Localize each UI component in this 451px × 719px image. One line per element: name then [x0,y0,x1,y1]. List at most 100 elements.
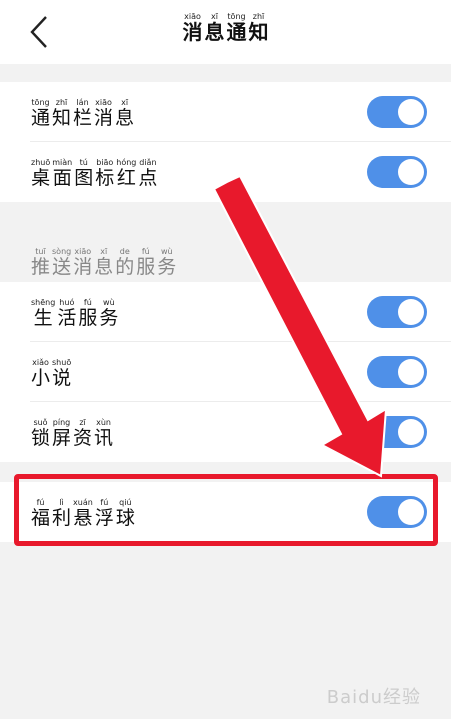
pinyin-annotation: diǎn [139,158,157,167]
toggle-switch[interactable] [367,296,427,328]
pinyin-annotation: qiú [119,498,132,507]
pinyin-annotation: xī [121,98,129,107]
ruby-char: tōng 通 [31,98,50,129]
pinyin-annotation: biāo [96,158,114,167]
pinyin-annotation: wù [160,247,173,256]
page-title: xiāo 消 xī 息 tōng 通 zhī 知 [0,12,451,43]
hanzi-character: 面 [52,167,72,189]
hanzi-character: 福 [31,507,51,529]
hanzi-character: 球 [115,507,135,529]
hanzi-character: 说 [52,367,72,389]
hanzi-character: 消 [182,20,203,44]
ruby-char: qiú 球 [116,498,135,529]
ruby-char: zhī 知 [52,98,71,129]
pinyin-annotation: fú [83,298,92,307]
pinyin-annotation: tú [79,158,88,167]
ruby-char: wù 务 [99,298,118,329]
pinyin-annotation: hóng [116,158,137,167]
hanzi-character: 息 [115,107,135,129]
toggle-switch[interactable] [367,416,427,448]
pinyin-annotation: sòng [52,247,72,256]
hanzi-character: 知 [52,107,72,129]
ruby-char: xī 息 [205,12,225,43]
ruby-char: xiǎo 小 [31,358,50,389]
toggle-knob [398,299,424,325]
ruby-char: miàn 面 [52,158,72,189]
hanzi-character: 小 [31,367,51,389]
pinyin-annotation: zhī [55,98,68,107]
pinyin-annotation: tuī [35,247,46,256]
row-desktop-badge[interactable]: zhuō 桌 miàn 面 tú 图 biāo 标 hóng 红 diǎn 点 [0,142,451,202]
row-lockscreen-news[interactable]: suǒ 锁 píng 屏 zī 资 xùn 讯 [0,402,451,462]
hanzi-character: 服 [136,256,156,278]
section-title-push: tuī 推 sòng 送 xiāo 消 xī 息 de 的 fú 服 wù 务 [30,247,177,278]
pinyin-annotation: lán [76,98,89,107]
row-life-service[interactable]: shēng 生 huó 活 fú 服 wù 务 [0,282,451,342]
hanzi-character: 的 [115,256,135,278]
ruby-char: xiāo 消 [183,12,203,43]
ruby-char: zhuō 桌 [31,158,50,189]
hanzi-character: 标 [95,167,115,189]
watermark: Baidu经验 [326,687,421,708]
toggle-switch[interactable] [367,156,427,188]
pinyin-annotation: shēng [31,298,56,307]
hanzi-character: 资 [73,427,93,449]
toggle-knob [398,359,424,385]
ruby-char: wù 务 [157,247,176,278]
ruby-char: shēng 生 [31,298,55,329]
hanzi-character: 利 [52,507,72,529]
row-label: fú 福 lì 利 xuán 悬 fú 浮 qiú 球 [30,498,136,529]
hanzi-character: 讯 [94,427,114,449]
ruby-char: píng 屏 [52,418,71,449]
row-label: zhuō 桌 miàn 面 tú 图 biāo 标 hóng 红 diǎn 点 [30,158,158,189]
row-floating-ball[interactable]: fú 福 lì 利 xuán 悬 fú 浮 qiú 球 [0,482,451,542]
hanzi-character: 栏 [73,107,93,129]
ruby-char: xī 息 [115,98,134,129]
hanzi-character: 推 [31,256,51,278]
pinyin-annotation: wù [103,298,115,307]
pinyin-annotation: fú [36,498,45,507]
pinyin-annotation: tōng [31,98,50,107]
ruby-char: xùn 讯 [94,418,113,449]
row-label: xiǎo 小 shuō 说 [30,358,72,389]
pinyin-annotation: lì [59,498,64,507]
toggle-knob [398,419,424,445]
row-notification-bar[interactable]: tōng 通 zhī 知 lán 栏 xiāo 消 xī 息 [0,82,451,142]
ruby-char: xī 息 [94,247,113,278]
ruby-char: lán 栏 [73,98,92,129]
ruby-char: sòng 送 [52,247,71,278]
pinyin-annotation: xùn [96,418,111,427]
section-spacer [0,462,451,482]
toggle-switch[interactable] [367,96,427,128]
toggle-knob [398,499,424,525]
ruby-char: fú 服 [136,247,155,278]
ruby-char: fú 浮 [95,498,114,529]
ruby-char: suǒ 锁 [31,418,50,449]
ruby-char: fú 服 [78,298,97,329]
row-label: suǒ 锁 píng 屏 zī 资 xùn 讯 [30,418,114,449]
hanzi-character: 浮 [94,507,114,529]
pinyin-annotation: miàn [52,158,73,167]
hanzi-character: 务 [157,256,177,278]
hanzi-character: 送 [52,256,72,278]
hanzi-character: 悬 [73,507,93,529]
ruby-char: de 的 [115,247,134,278]
row-label: shēng 生 huó 活 fú 服 wù 务 [30,298,119,329]
hanzi-character: 息 [204,20,225,44]
section-spacer [0,64,451,82]
toggle-switch[interactable] [367,496,427,528]
toggle-switch[interactable] [367,356,427,388]
ruby-char: fú 福 [31,498,50,529]
pinyin-annotation: xiāo [74,247,92,256]
pinyin-annotation: shuō [52,358,72,367]
pinyin-annotation: fú [141,247,150,256]
hanzi-character: 息 [94,256,114,278]
ruby-char: huó 活 [57,298,76,329]
ruby-char: xuán 悬 [73,498,93,529]
row-novel[interactable]: xiǎo 小 shuō 说 [0,342,451,402]
ruby-char: biāo 标 [95,158,114,189]
hanzi-character: 务 [99,307,119,329]
ruby-char: zhī 知 [249,12,269,43]
toggle-knob [398,159,424,185]
ruby-char: xiāo 消 [94,98,113,129]
